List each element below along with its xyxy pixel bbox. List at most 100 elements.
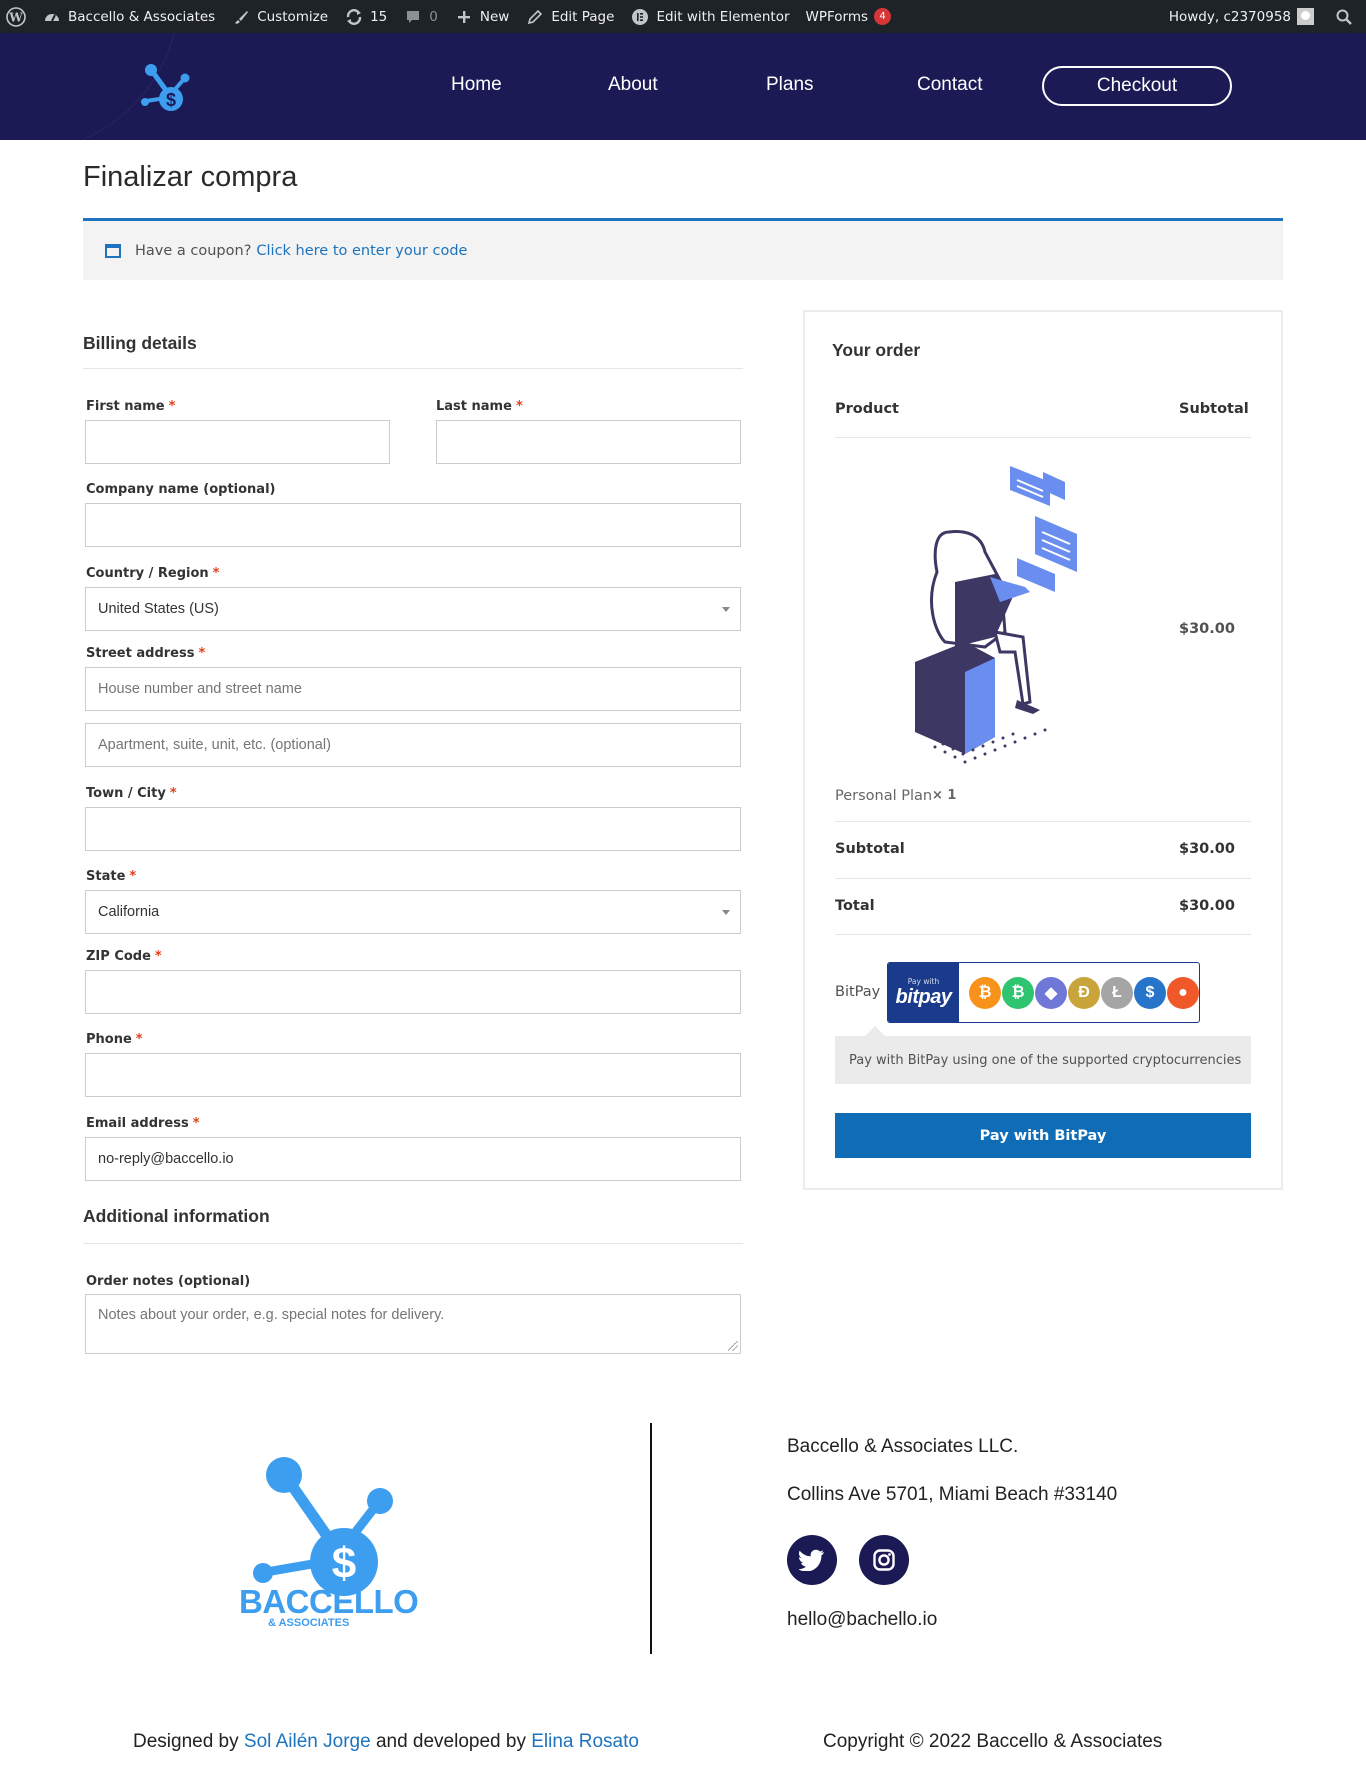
comments-count: 0 — [429, 8, 438, 25]
country-value: United States (US) — [98, 601, 219, 617]
footer-copyright: Copyright © 2022 Baccello & Associates — [823, 1731, 1163, 1752]
product-illustration — [905, 462, 1095, 770]
wpforms-menu[interactable]: WPForms 4 — [798, 0, 900, 33]
total-value: $30.00 — [1179, 898, 1235, 914]
last-name-field[interactable] — [436, 420, 741, 464]
chevron-down-icon — [722, 910, 730, 915]
svg-text:$: $ — [332, 1539, 356, 1588]
bitcoin-cash-icon: ₿ — [1002, 976, 1034, 1009]
refresh-icon — [344, 7, 364, 27]
bitpay-logo: Pay with bitpay — [888, 963, 959, 1022]
order-notes-placeholder: Notes about your order, e.g. special not… — [98, 1307, 445, 1323]
col-subtotal: Subtotal — [1179, 401, 1249, 417]
updates-menu[interactable]: 15 — [336, 0, 395, 33]
instagram-link[interactable] — [859, 1535, 909, 1585]
first-name-label: First name * — [86, 399, 175, 414]
item-name: Personal Plan — [835, 788, 933, 804]
customize-menu[interactable]: Customize — [223, 0, 336, 33]
divider — [835, 821, 1251, 822]
developed-by-text: and developed by — [375, 1731, 526, 1752]
wp-admin-bar: W Baccello & Associates Customize 15 0 N… — [0, 0, 1366, 33]
coupon-text: Have a coupon? — [135, 242, 252, 259]
bitpay-badge: Pay with bitpay ₿ ₿ ◆ Ð Ł $ ● — [887, 962, 1200, 1023]
coupon-notice: Have a coupon? Click here to enter your … — [83, 218, 1283, 280]
footer-logo: $ BACCELLO & ASSOCIATES — [236, 1455, 419, 1630]
bitpay-wordmark: bitpay — [895, 985, 952, 1008]
city-label-text: Town / City — [86, 786, 166, 801]
pay-with-bitpay-button[interactable]: Pay with BitPay — [835, 1113, 1251, 1158]
litecoin-icon: Ł — [1101, 976, 1133, 1009]
required-mark: * — [154, 949, 162, 964]
twitter-link[interactable] — [787, 1535, 837, 1585]
site-name-menu[interactable]: Baccello & Associates — [34, 0, 223, 33]
footer-logo-sub: & ASSOCIATES — [268, 1617, 350, 1629]
item-price: $30.00 — [1179, 621, 1235, 637]
wpforms-label: WPForms — [805, 8, 869, 25]
last-name-label: Last name * — [436, 399, 523, 414]
zip-label: ZIP Code * — [86, 949, 162, 964]
required-mark: * — [168, 399, 176, 414]
company-label: Company name (optional) — [86, 482, 276, 497]
logo-icon: $ — [141, 64, 190, 111]
admin-search[interactable] — [1322, 0, 1366, 33]
city-field[interactable] — [85, 807, 741, 851]
footer-divider — [650, 1423, 652, 1654]
required-mark: * — [135, 1032, 143, 1047]
phone-label-text: Phone — [86, 1032, 132, 1047]
edit-elementor-menu[interactable]: Edit with Elementor — [622, 0, 797, 33]
my-account-menu[interactable]: Howdy, c2370958 — [1161, 0, 1322, 33]
svg-text:$: $ — [166, 90, 176, 110]
nav-about[interactable]: About — [608, 74, 658, 96]
new-content-menu[interactable]: New — [446, 0, 517, 33]
payment-method-bitpay[interactable]: BitPay — [835, 984, 880, 1000]
nav-contact[interactable]: Contact — [917, 74, 982, 96]
bitcoin-icon: ₿ — [969, 976, 1001, 1009]
search-icon — [1334, 7, 1354, 27]
pencil-icon — [525, 7, 545, 27]
required-mark: * — [129, 869, 137, 884]
resize-handle-icon[interactable] — [728, 1341, 738, 1351]
item-qty: × 1 — [932, 788, 957, 803]
comment-icon — [403, 7, 423, 27]
order-notes-textarea[interactable]: Notes about your order, e.g. special not… — [85, 1294, 741, 1354]
country-label: Country / Region * — [86, 566, 219, 581]
designer-link[interactable]: Sol Ailén Jorge — [244, 1731, 371, 1752]
svg-text:W: W — [8, 10, 23, 24]
new-label: New — [479, 8, 510, 25]
divider — [835, 878, 1251, 879]
subtotal-label: Subtotal — [835, 841, 905, 857]
company-field[interactable] — [85, 503, 741, 547]
divider — [835, 934, 1251, 935]
phone-field[interactable] — [85, 1053, 741, 1097]
customize-label: Customize — [257, 8, 329, 25]
street-address-2-field[interactable]: Apartment, suite, unit, etc. (optional) — [85, 723, 741, 767]
subtotal-value: $30.00 — [1179, 841, 1235, 857]
email-field[interactable]: no-reply@baccello.io — [85, 1137, 741, 1181]
country-label-text: Country / Region — [86, 566, 209, 581]
nav-checkout-button[interactable]: Checkout — [1042, 66, 1232, 106]
wp-logo-menu[interactable]: W — [0, 0, 34, 33]
coupon-link[interactable]: Click here to enter your code — [256, 243, 467, 259]
comments-menu[interactable]: 0 — [395, 0, 446, 33]
nav-plans[interactable]: Plans — [766, 74, 814, 96]
additional-heading: Additional information — [83, 1206, 270, 1226]
footer-logo-word: BACCELLO — [239, 1583, 419, 1620]
state-select[interactable]: California — [85, 890, 741, 934]
elementor-icon — [630, 7, 650, 27]
required-mark: * — [198, 646, 206, 661]
first-name-field[interactable] — [85, 420, 390, 464]
developer-link[interactable]: Elina Rosato — [531, 1731, 639, 1752]
email-label: Email address * — [86, 1116, 200, 1131]
designed-by-text: Designed by — [133, 1731, 239, 1752]
zip-field[interactable] — [85, 970, 741, 1014]
required-mark: * — [192, 1116, 200, 1131]
avatar — [1297, 8, 1314, 25]
nav-home[interactable]: Home — [451, 74, 502, 96]
country-select[interactable]: United States (US) — [85, 587, 741, 631]
coupon-icon — [105, 243, 121, 258]
required-mark: * — [212, 566, 220, 581]
street-address-field[interactable]: House number and street name — [85, 667, 741, 711]
site-logo[interactable]: $ — [138, 61, 194, 117]
edit-page-menu[interactable]: Edit Page — [517, 0, 622, 33]
howdy-label: Howdy, c2370958 — [1168, 8, 1291, 25]
